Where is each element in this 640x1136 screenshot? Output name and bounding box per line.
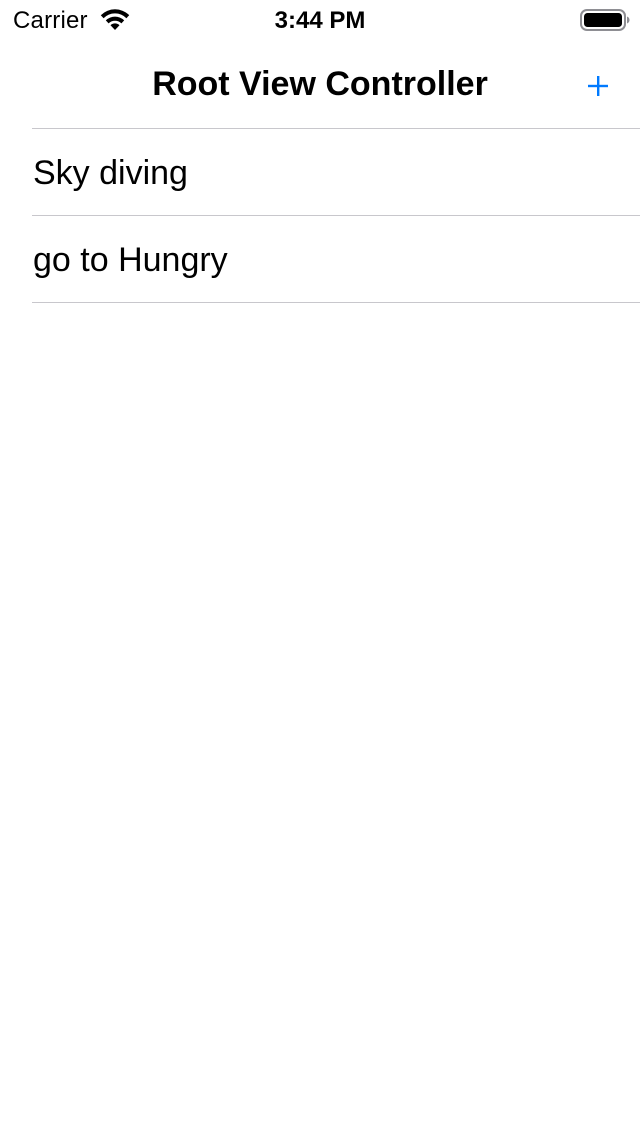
navigation-bar: Root View Controller (0, 40, 640, 128)
row-label: go to Hungry (33, 241, 228, 279)
battery-icon (580, 9, 630, 31)
table-view[interactable]: Sky diving go to Hungry (0, 129, 640, 303)
plus-icon (588, 76, 608, 96)
row-separator (32, 302, 640, 303)
table-row[interactable]: go to Hungry (0, 216, 640, 303)
screen: Carrier 3:44 PM Root View Controller Sky… (0, 0, 640, 1136)
status-bar: Carrier 3:44 PM (0, 0, 640, 40)
row-label: Sky diving (33, 154, 188, 192)
nav-title: Root View Controller (152, 65, 488, 103)
add-button[interactable] (578, 64, 618, 108)
table-row[interactable]: Sky diving (0, 129, 640, 216)
status-time: 3:44 PM (274, 7, 366, 34)
